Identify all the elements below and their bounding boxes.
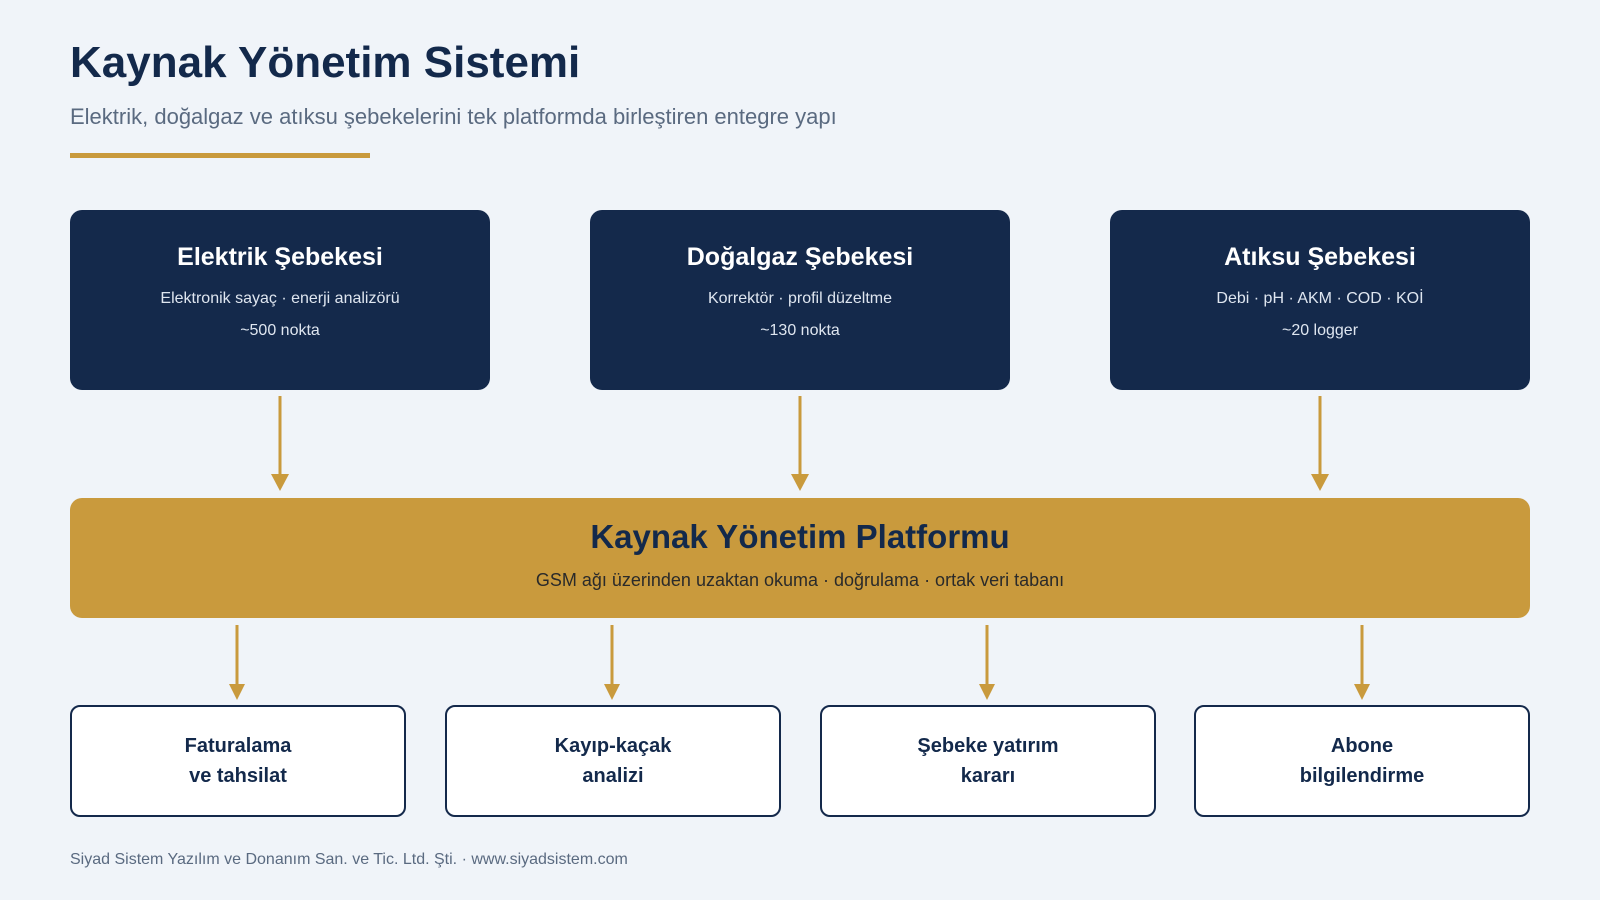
title-accent-divider xyxy=(70,153,370,158)
source-node-title: Atıksu Şebekesi xyxy=(1224,243,1416,271)
output-node-billing: Faturalama ve tahsilat xyxy=(70,705,406,817)
arrowhead xyxy=(229,684,245,700)
output-node-label: Şebeke yatırım kararı xyxy=(917,731,1058,791)
source-node-title: Elektrik Şebekesi xyxy=(177,243,383,271)
platform-title: Kaynak Yönetim Platformu xyxy=(590,518,1010,555)
output-node-subscriber-info: Abone bilgilendirme xyxy=(1194,705,1530,817)
source-node-description: Elektronik sayaç · enerji analizörü xyxy=(160,290,400,307)
output-node-label: Abone bilgilendirme xyxy=(1300,731,1424,791)
output-label-line: Kayıp-kaçak xyxy=(554,735,672,757)
output-node-label: Kayıp-kaçak analizi xyxy=(555,731,672,791)
output-node-network-investment: Şebeke yatırım kararı xyxy=(820,705,1156,817)
output-node-label: Faturalama ve tahsilat xyxy=(185,731,292,791)
source-node-electricity: Elektrik Şebekesi Elektronik sayaç · ene… xyxy=(70,210,490,390)
source-node-count: ~500 nokta xyxy=(240,322,320,339)
arrowhead xyxy=(979,684,995,700)
footer-company-info: Siyad Sistem Yazılım ve Donanım San. ve … xyxy=(70,851,628,868)
page-subtitle: Elektrik, doğalgaz ve atıksu şebekelerin… xyxy=(70,104,837,129)
output-label-line: analizi xyxy=(582,765,644,787)
output-label-line: Abone xyxy=(1330,735,1394,757)
arrowhead xyxy=(791,474,809,491)
output-label-line: bilgilendirme xyxy=(1299,765,1425,787)
output-label-line: Şebeke yatırım xyxy=(917,735,1059,757)
source-node-description: Debi · pH · AKM · COD · KOİ xyxy=(1216,290,1424,307)
arrowhead xyxy=(271,474,289,491)
page-title: Kaynak Yönetim Sistemi xyxy=(70,38,581,87)
output-label-line: ve tahsilat xyxy=(189,765,287,787)
source-node-description: Korrektör · profil düzeltme xyxy=(707,290,893,307)
source-node-count: ~130 nokta xyxy=(760,322,840,339)
source-node-title: Doğalgaz Şebekesi xyxy=(686,243,914,271)
output-label-line: kararı xyxy=(960,765,1016,787)
arrowhead xyxy=(604,684,620,700)
arrowhead xyxy=(1354,684,1370,700)
output-label-line: Faturalama xyxy=(184,735,292,757)
platform-node: Kaynak Yönetim Platformu GSM ağı üzerind… xyxy=(70,498,1530,618)
source-node-natural-gas: Doğalgaz Şebekesi Korrektör · profil düz… xyxy=(590,210,1010,390)
platform-description: GSM ağı üzerinden uzaktan okuma · doğrul… xyxy=(535,570,1065,590)
source-node-count: ~20 logger xyxy=(1281,322,1359,339)
source-node-wastewater: Atıksu Şebekesi Debi · pH · AKM · COD · … xyxy=(1110,210,1530,390)
output-node-loss-analysis: Kayıp-kaçak analizi xyxy=(445,705,781,817)
arrowhead xyxy=(1311,474,1329,491)
